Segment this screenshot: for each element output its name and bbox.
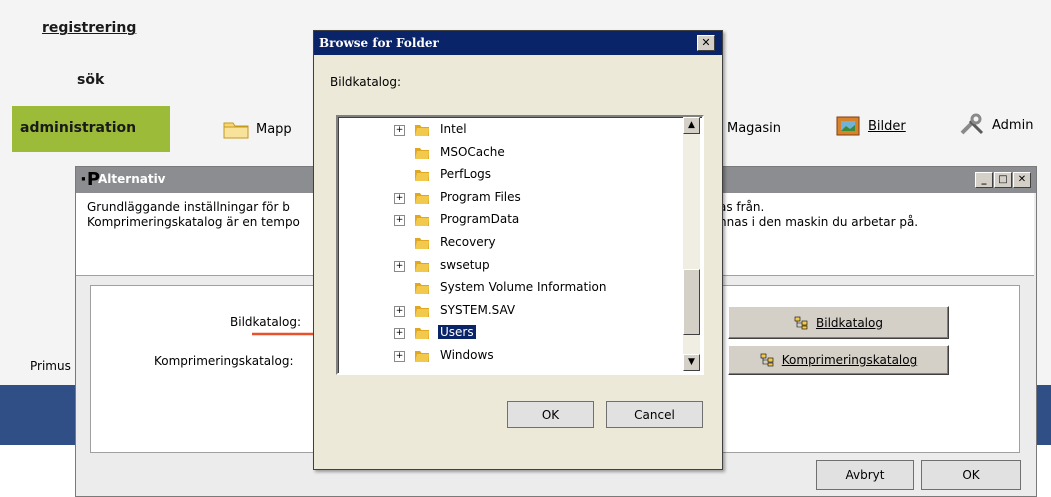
tree-item-label: Program Files	[440, 189, 521, 204]
scroll-down-icon[interactable]: ▼	[683, 354, 700, 371]
tree-item-label: System Volume Information	[440, 280, 607, 295]
toolbar-mapp[interactable]: Mapp	[222, 117, 292, 141]
info-line-2: Komprimeringskatalog är en tempo	[87, 215, 300, 229]
folder-icon	[415, 147, 429, 159]
tree-item-label: ProgramData	[440, 212, 520, 227]
close-icon[interactable]: ✕	[697, 35, 715, 51]
tree-item-label: Users	[438, 325, 476, 340]
browse-label: Bildkatalog:	[330, 75, 402, 89]
scroll-thumb[interactable]	[683, 269, 700, 335]
alternativ-title: Alternativ	[98, 172, 166, 186]
expander-plus-icon[interactable]: +	[394, 260, 405, 272]
nav-administration[interactable]: administration	[12, 106, 170, 152]
tree-item[interactable]: + swsetup	[338, 255, 678, 277]
alternativ-ok-button[interactable]: OK	[921, 460, 1021, 490]
folder-icon	[415, 328, 429, 340]
tree-item-label: swsetup	[440, 257, 490, 272]
info-line-2-tail: nnas i den maskin du arbetar på.	[719, 215, 919, 229]
folder-icon	[415, 260, 429, 272]
browse-titlebar[interactable]: Browse for Folder ✕	[314, 31, 722, 55]
folder-icon	[415, 238, 429, 249]
browse-title: Browse for Folder	[319, 36, 439, 50]
tree-item[interactable]: + Users	[338, 322, 678, 344]
folder-icon	[223, 122, 249, 139]
tree-folder-icon	[794, 316, 808, 329]
toolbar-bilder[interactable]: Bilder	[834, 114, 906, 138]
komprimering-button[interactable]: Komprimeringskatalog	[728, 345, 949, 375]
tree-item-label: Recovery	[440, 235, 496, 249]
close-icon[interactable]: ✕	[1013, 172, 1031, 188]
tree-item[interactable]: + ProgramData	[338, 209, 678, 231]
info-line-1-tail: as från.	[719, 200, 765, 214]
expander-plus-icon[interactable]: +	[394, 125, 405, 136]
maximize-icon[interactable]: □	[994, 172, 1012, 188]
expander-plus-icon[interactable]: +	[394, 328, 405, 340]
tree-scrollbar[interactable]: ▲ ▼	[683, 117, 700, 371]
tree-item-label: MSOCache	[440, 144, 505, 159]
tree-item[interactable]: + Windows	[338, 345, 678, 367]
tree-item[interactable]: System Volume Information	[338, 277, 678, 299]
tools-icon	[960, 113, 984, 135]
folder-icon	[415, 283, 429, 295]
expander-plus-icon[interactable]: +	[394, 305, 405, 317]
expander-plus-icon[interactable]: +	[394, 351, 405, 362]
avbryt-button[interactable]: Avbryt	[816, 460, 914, 490]
tree-item[interactable]: + Program Files	[338, 187, 678, 209]
tree-item[interactable]: + SYSTEM.SAV	[338, 300, 678, 322]
folder-tree[interactable]: + Intel MSOCache PerfLogs + Program Files + Pro…	[336, 115, 704, 375]
bildkatalog-button[interactable]: Bildkatalog	[728, 306, 949, 339]
komprimering-label: Komprimeringskatalog:	[154, 354, 294, 368]
nav-sok[interactable]: sök	[77, 72, 104, 88]
folder-icon	[415, 215, 429, 227]
nav-registrering[interactable]: registrering	[42, 20, 136, 36]
folder-icon	[415, 125, 429, 136]
folder-icon	[415, 170, 429, 182]
folder-icon	[415, 305, 429, 317]
expander-plus-icon[interactable]: +	[394, 215, 405, 227]
info-line-1: Grundläggande inställningar för b	[87, 200, 290, 214]
browse-ok-button[interactable]: OK	[507, 401, 594, 428]
tree-item[interactable]: MSOCache	[338, 142, 678, 164]
folder-icon	[415, 192, 429, 204]
folder-icon	[415, 351, 429, 362]
tree-item[interactable]: PerfLogs	[338, 164, 678, 186]
gallery-icon	[836, 116, 860, 136]
tree-folder-icon	[760, 353, 774, 367]
tree-item[interactable]: + Intel	[338, 119, 678, 141]
minimize-icon[interactable]: _	[975, 172, 993, 188]
tree-item-label: Intel	[440, 122, 467, 136]
toolbar-admin[interactable]: Admin	[958, 113, 1033, 137]
scroll-up-icon[interactable]: ▲	[683, 117, 700, 134]
tree-item[interactable]: Recovery	[338, 232, 678, 254]
tree-item-label: SYSTEM.SAV	[440, 302, 516, 317]
browse-cancel-button[interactable]: Cancel	[606, 401, 703, 428]
tree-item-label: PerfLogs	[440, 167, 492, 182]
toolbar-magasin[interactable]: Magasin	[727, 121, 781, 136]
browse-folder-dialog: Browse for Folder ✕ Bildkatalog: + Intel M…	[313, 30, 723, 470]
tree-item-label: Windows	[440, 348, 494, 362]
expander-plus-icon[interactable]: +	[394, 192, 405, 204]
